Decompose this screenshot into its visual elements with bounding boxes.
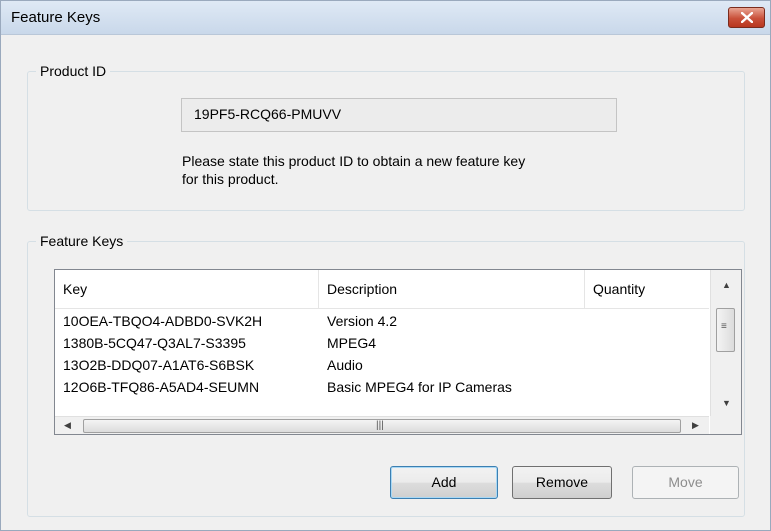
list-row[interactable]: 12O6B-TFQ86-A5AD4-SEUMN Basic MPEG4 for … [55, 376, 709, 398]
product-id-field[interactable]: 19PF5-RCQ66-PMUVV [181, 98, 617, 132]
move-button[interactable]: Move [632, 466, 739, 499]
product-id-group-label: Product ID [36, 63, 111, 79]
list-header: Key Description Quantity [55, 270, 709, 309]
horizontal-scroll-thumb[interactable]: ||| [83, 419, 681, 433]
list-body: 10OEA-TBQO4-ADBD0-SVK2H Version 4.2 1380… [55, 310, 709, 398]
arrow-down-icon[interactable]: ▼ [722, 398, 731, 408]
row-description: Basic MPEG4 for IP Cameras [327, 379, 512, 395]
arrow-up-icon[interactable]: ▲ [722, 280, 731, 290]
vertical-scroll-thumb[interactable]: ≡ [716, 308, 735, 352]
window-title: Feature Keys [11, 9, 101, 26]
horizontal-scrollbar[interactable]: ◀ ||| ▶ [55, 416, 709, 434]
column-header-key[interactable]: Key [55, 270, 319, 308]
row-key: 12O6B-TFQ86-A5AD4-SEUMN [63, 379, 260, 395]
row-description: Audio [327, 357, 363, 373]
column-header-description[interactable]: Description [319, 270, 585, 308]
product-id-info-text: Please state this product ID to obtain a… [182, 152, 642, 188]
vertical-scrollbar[interactable]: ▲ ≡ ▼ [710, 270, 741, 416]
title-bar[interactable]: Feature Keys [1, 1, 770, 35]
row-description: Version 4.2 [327, 313, 398, 329]
feature-keys-dialog: Feature Keys Product ID 19PF5-RCQ66-PMUV… [0, 0, 771, 531]
info-line-1: Please state this product ID to obtain a… [182, 153, 526, 169]
row-description: MPEG4 [327, 335, 377, 351]
arrow-right-icon[interactable]: ▶ [692, 420, 699, 431]
grip-icon: ≡ [721, 321, 727, 332]
remove-button[interactable]: Remove [512, 466, 612, 499]
feature-keys-list[interactable]: Key Description Quantity 10OEA-TBQO4-ADB… [54, 269, 742, 435]
row-key: 13O2B-DDQ07-A1AT6-S6BSK [63, 357, 255, 373]
add-button[interactable]: Add [390, 466, 498, 499]
list-row[interactable]: 1380B-5CQ47-Q3AL7-S3395 MPEG4 [55, 332, 709, 354]
close-button[interactable] [728, 7, 765, 28]
feature-keys-group-label: Feature Keys [36, 233, 128, 249]
arrow-left-icon[interactable]: ◀ [64, 420, 71, 431]
row-key: 10OEA-TBQO4-ADBD0-SVK2H [63, 313, 263, 329]
info-line-2: for this product. [182, 171, 279, 187]
grip-icon: ||| [376, 420, 384, 431]
product-id-group [27, 71, 745, 211]
close-icon [741, 12, 753, 23]
column-header-quantity[interactable]: Quantity [585, 270, 709, 308]
row-key: 1380B-5CQ47-Q3AL7-S3395 [63, 335, 246, 351]
scrollbar-corner [710, 416, 741, 434]
list-row[interactable]: 13O2B-DDQ07-A1AT6-S6BSK Audio [55, 354, 709, 376]
list-row[interactable]: 10OEA-TBQO4-ADBD0-SVK2H Version 4.2 [55, 310, 709, 332]
